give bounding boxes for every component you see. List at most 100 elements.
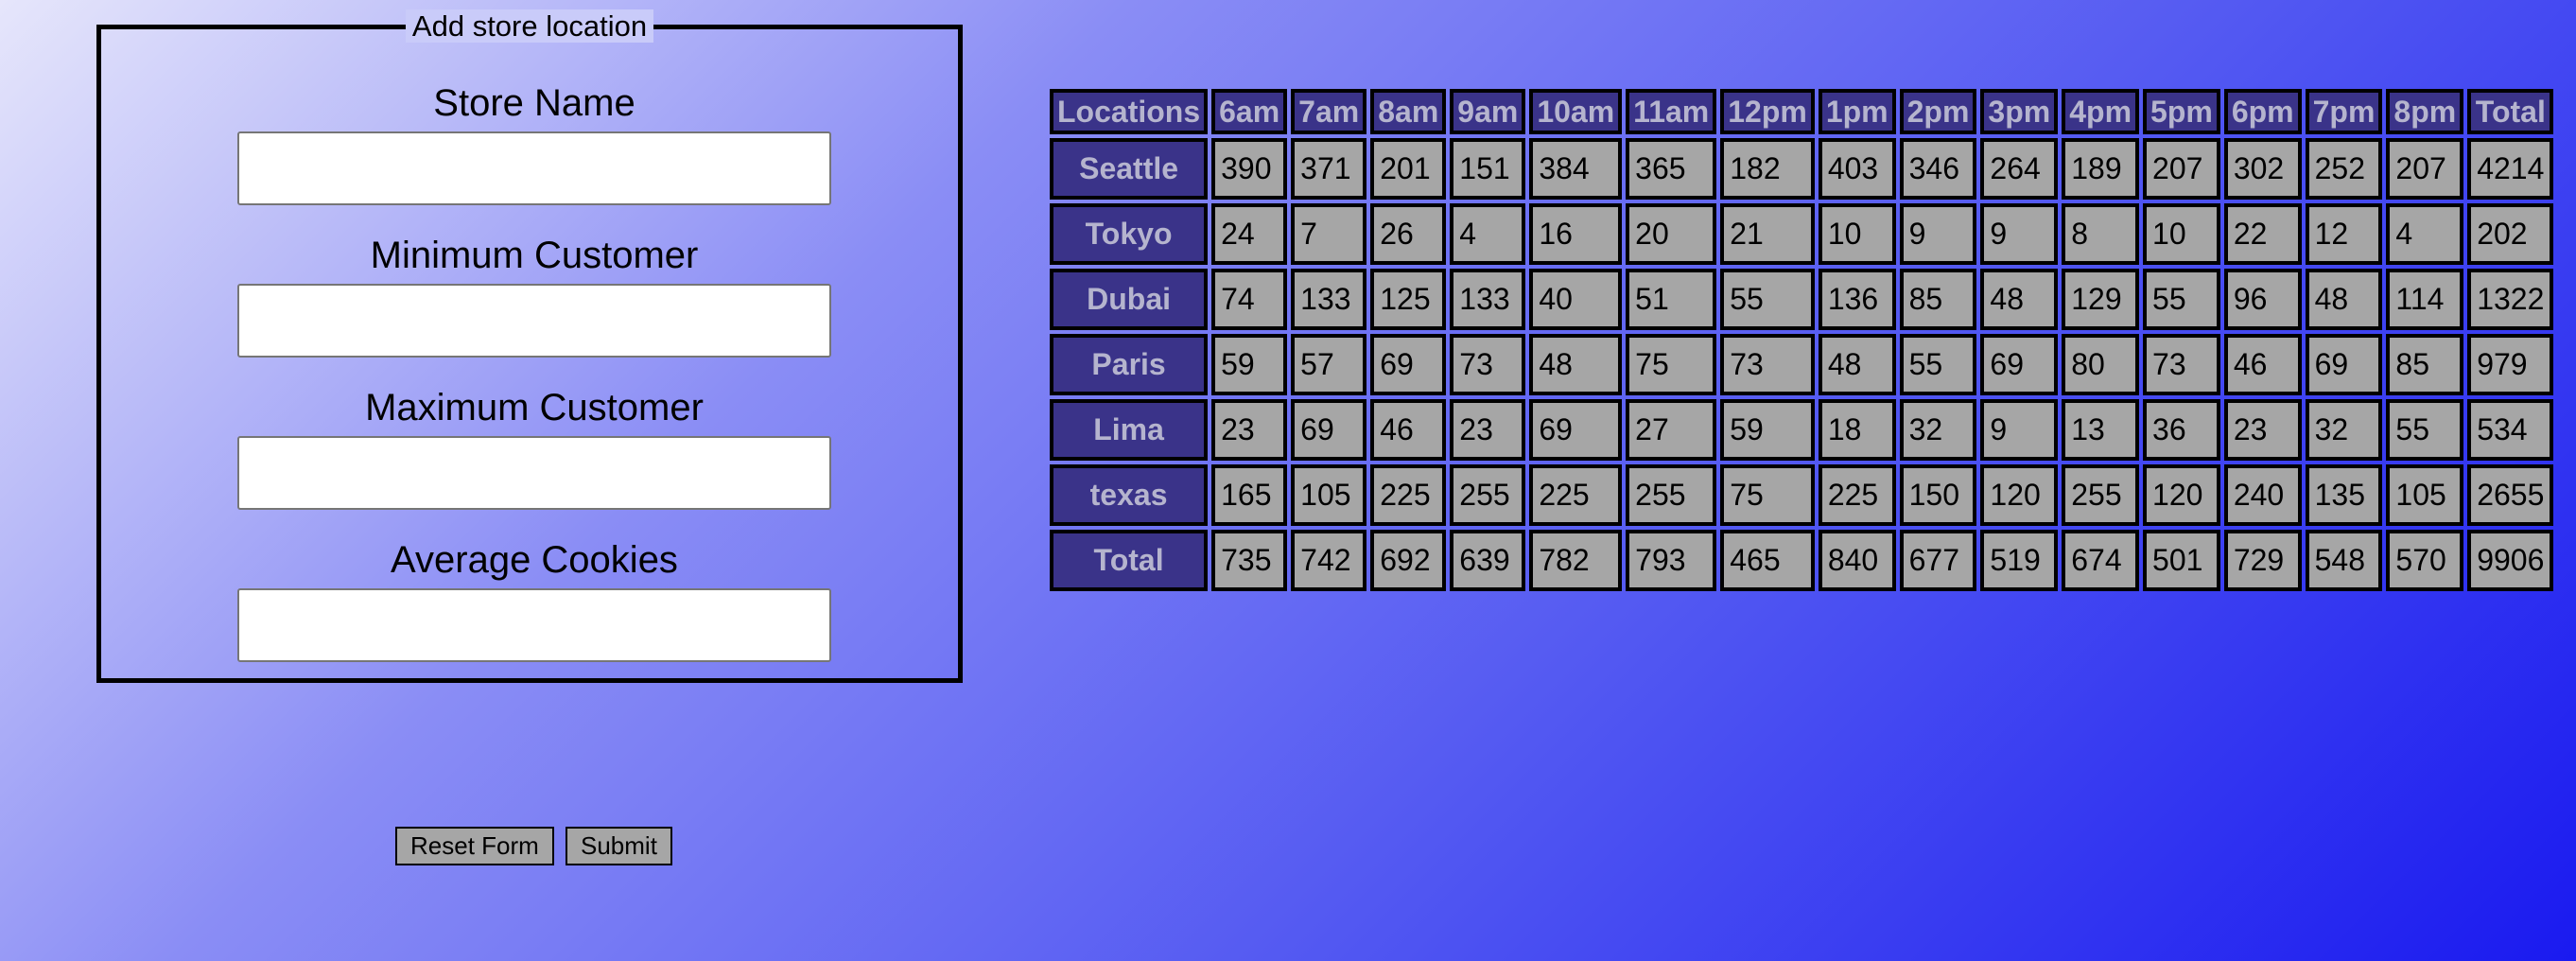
hourly-sales-cell: 27	[1626, 399, 1717, 461]
hourly-sales-cell: 55	[1899, 334, 1977, 395]
hourly-sales-cell: 384	[1529, 138, 1623, 200]
hourly-sales-cell: 729	[2223, 530, 2302, 591]
hourly-sales-cell: 73	[1720, 334, 1815, 395]
store-name-label: Store Name	[433, 82, 635, 124]
store-name-input[interactable]	[237, 131, 831, 205]
hourly-sales-cell: 12	[2305, 203, 2383, 265]
hourly-sales-cell: 182	[1720, 138, 1815, 200]
hourly-sales-cell: 69	[2305, 334, 2383, 395]
hourly-sales-cell: 735	[1211, 530, 1288, 591]
hourly-sales-cell: 46	[2223, 334, 2302, 395]
hourly-sales-cell: 371	[1291, 138, 1367, 200]
avg-cookies-input[interactable]	[237, 588, 831, 662]
hourly-sales-cell: 390	[1211, 138, 1288, 200]
column-header: 6am	[1211, 89, 1288, 134]
min-customer-field: Minimum Customer	[237, 235, 831, 358]
location-name: Seattle	[1050, 138, 1209, 200]
hourly-sales-cell: 69	[1370, 334, 1447, 395]
min-customer-input[interactable]	[237, 284, 831, 358]
fieldset-legend: Add store location	[405, 9, 654, 43]
column-header-locations: Locations	[1050, 89, 1209, 134]
row-total-cell: 534	[2467, 399, 2554, 461]
store-name-field: Store Name	[237, 82, 831, 205]
hourly-sales-cell: 57	[1291, 334, 1367, 395]
hourly-sales-cell: 73	[1450, 334, 1526, 395]
hourly-sales-cell: 403	[1818, 138, 1896, 200]
hourly-sales-cell: 69	[1529, 399, 1623, 461]
column-header: 7am	[1291, 89, 1367, 134]
hourly-sales-cell: 10	[1818, 203, 1896, 265]
totals-row: Total 735 742 692 639 782 793 465 840 677 519 674 50…	[1050, 530, 2554, 591]
table-header-row: Locations 6am 7am 8am 9am 10am 11am 12pm 1pm 2pm 3…	[1050, 89, 2554, 134]
hourly-sales-cell: 120	[2143, 464, 2220, 526]
hourly-sales-cell: 80	[2062, 334, 2140, 395]
hourly-sales-cell: 8	[2062, 203, 2140, 265]
row-total-cell: 979	[2467, 334, 2554, 395]
hourly-sales-cell: 133	[1291, 269, 1367, 330]
max-customer-field: Maximum Customer	[237, 387, 831, 510]
hourly-sales-cell: 255	[1450, 464, 1526, 526]
column-header: 11am	[1626, 89, 1717, 134]
hourly-sales-cell: 46	[1370, 399, 1447, 461]
column-header: 12pm	[1720, 89, 1815, 134]
hourly-sales-cell: 20	[1626, 203, 1717, 265]
column-header: 2pm	[1899, 89, 1977, 134]
table-row: Dubai 74 133 125 133 40 51 55 136 85 48 129 55 96 48 11…	[1050, 269, 2554, 330]
location-name: Dubai	[1050, 269, 1209, 330]
hourly-sales-cell: 55	[2386, 399, 2464, 461]
hourly-sales-cell: 32	[1899, 399, 1977, 461]
hourly-sales-cell: 240	[2223, 464, 2302, 526]
avg-cookies-label: Average Cookies	[391, 539, 678, 581]
hourly-sales-cell: 129	[2062, 269, 2140, 330]
hourly-sales-cell: 201	[1370, 138, 1447, 200]
hourly-sales-cell: 51	[1626, 269, 1717, 330]
hourly-sales-cell: 365	[1626, 138, 1717, 200]
max-customer-input[interactable]	[237, 436, 831, 510]
hourly-sales-cell: 840	[1818, 530, 1896, 591]
totals-label: Total	[1050, 530, 1209, 591]
hourly-sales-cell: 75	[1626, 334, 1717, 395]
hourly-sales-cell: 302	[2223, 138, 2302, 200]
hourly-sales-cell: 22	[2223, 203, 2302, 265]
sales-table: Locations 6am 7am 8am 9am 10am 11am 12pm 1pm 2pm 3…	[1046, 85, 2557, 595]
hourly-sales-cell: 48	[1529, 334, 1623, 395]
hourly-sales-cell: 225	[1529, 464, 1623, 526]
hourly-sales-cell: 4	[1450, 203, 1526, 265]
add-store-fieldset: Add store location Store Name Minimum Cu…	[96, 9, 963, 683]
hourly-sales-cell: 9	[1899, 203, 1977, 265]
column-header: 10am	[1529, 89, 1623, 134]
hourly-sales-cell: 120	[1980, 464, 2059, 526]
hourly-sales-cell: 73	[2143, 334, 2220, 395]
hourly-sales-cell: 55	[1720, 269, 1815, 330]
hourly-sales-cell: 10	[2143, 203, 2220, 265]
hourly-sales-cell: 674	[2062, 530, 2140, 591]
row-total-cell: 9906	[2467, 530, 2554, 591]
hourly-sales-cell: 18	[1818, 399, 1896, 461]
location-name: Paris	[1050, 334, 1209, 395]
hourly-sales-cell: 55	[2143, 269, 2220, 330]
location-name: Lima	[1050, 399, 1209, 461]
table-row: Tokyo 24 7 26 4 16 20 21 10 9 9 8 10 22 12 4 202	[1050, 203, 2554, 265]
column-header: 3pm	[1980, 89, 2059, 134]
table-row: Paris 59 57 69 73 48 75 73 48 55 69 80 73 46 69 85 979	[1050, 334, 2554, 395]
hourly-sales-cell: 9	[1980, 203, 2059, 265]
hourly-sales-cell: 189	[2062, 138, 2140, 200]
hourly-sales-cell: 4	[2386, 203, 2464, 265]
min-customer-label: Minimum Customer	[370, 235, 699, 276]
reset-form-button[interactable]: Reset Form	[395, 827, 554, 865]
submit-button[interactable]: Submit	[566, 827, 672, 865]
column-header: 8pm	[2386, 89, 2464, 134]
hourly-sales-cell: 59	[1211, 334, 1288, 395]
hourly-sales-cell: 125	[1370, 269, 1447, 330]
column-header: 6pm	[2223, 89, 2302, 134]
hourly-sales-cell: 59	[1720, 399, 1815, 461]
hourly-sales-cell: 264	[1980, 138, 2059, 200]
hourly-sales-cell: 225	[1370, 464, 1447, 526]
hourly-sales-cell: 255	[2062, 464, 2140, 526]
column-header: 8am	[1370, 89, 1447, 134]
hourly-sales-cell: 793	[1626, 530, 1717, 591]
hourly-sales-cell: 255	[1626, 464, 1717, 526]
table-row: Seattle 390 371 201 151 384 365 182 403 346 264 189…	[1050, 138, 2554, 200]
hourly-sales-cell: 548	[2305, 530, 2383, 591]
hourly-sales-cell: 75	[1720, 464, 1815, 526]
